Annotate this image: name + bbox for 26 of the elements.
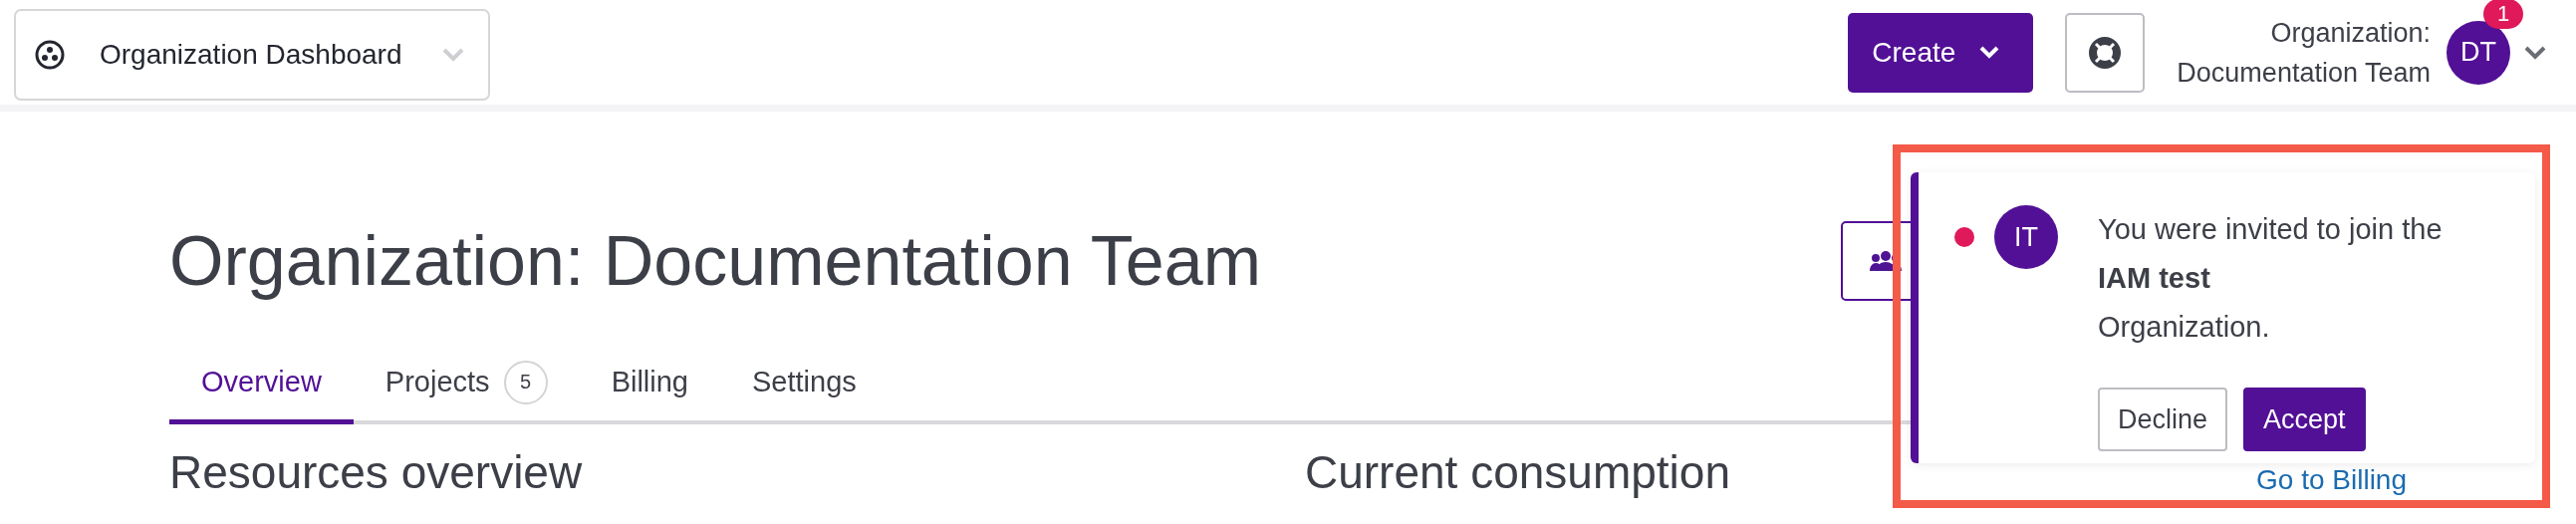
section-heading: Resources overview — [169, 445, 584, 500]
lifebuoy-icon — [2088, 35, 2123, 70]
section-heading: Current consumption — [1305, 445, 1730, 500]
organization-avatar: IT — [1994, 205, 2058, 269]
chevron-down-icon[interactable] — [2524, 45, 2546, 60]
tab[interactable]: Billing — [579, 345, 720, 424]
help-button[interactable] — [2065, 12, 2146, 93]
tab[interactable]: Settings — [720, 345, 889, 424]
organization-name: Documentation Team — [2177, 56, 2431, 90]
billing-link[interactable]: Go to Billing — [2256, 464, 2407, 496]
accept-button[interactable]: Accept — [2243, 388, 2366, 451]
chevron-down-icon — [1979, 46, 2000, 59]
tab[interactable]: Projects 5 — [353, 345, 580, 424]
organization-label: Organization: — [2270, 16, 2431, 50]
organization-dropdown[interactable]: Organization Dashboard — [14, 9, 490, 101]
invitation-message: You were invited to join the IAM test Organization. — [2098, 212, 2444, 345]
chevron-down-icon — [442, 48, 464, 62]
people-icon — [1870, 249, 1902, 273]
count-badge: 5 — [503, 360, 548, 404]
notification-badge: 1 — [2483, 0, 2524, 29]
page-title: Organization: Documentation Team — [169, 221, 1261, 301]
decline-button[interactable]: Decline — [2098, 388, 2228, 451]
create-button[interactable]: Create — [1848, 12, 2034, 93]
user-avatar[interactable]: DT — [2447, 20, 2510, 85]
dots-circle-icon — [34, 39, 66, 71]
tab[interactable]: Overview — [169, 345, 354, 424]
